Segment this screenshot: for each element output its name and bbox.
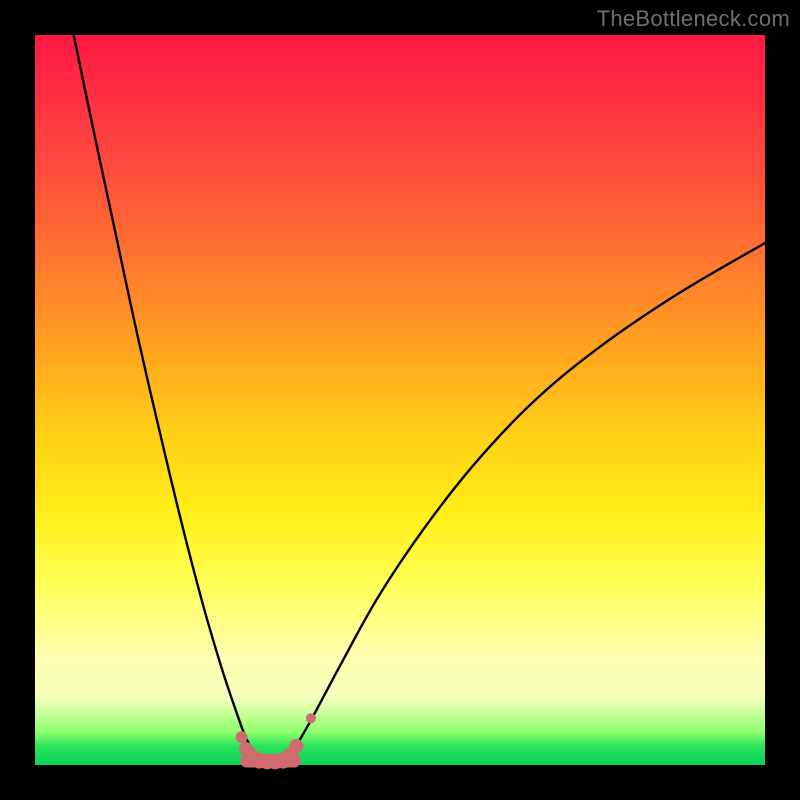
right-curve [283,243,765,761]
credit-text: TheBottleneck.com [597,6,790,32]
curves-svg [35,35,765,765]
chart-frame: TheBottleneck.com [0,0,800,800]
left-curve [74,35,273,761]
plot-area [35,35,765,765]
trough-marker [289,739,303,753]
trough-marker [306,713,316,723]
trough-marker [236,731,248,743]
